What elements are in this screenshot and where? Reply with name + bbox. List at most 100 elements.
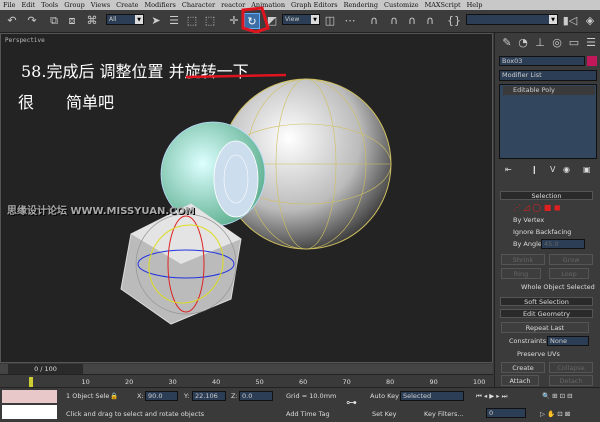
preserve-uvs-checkbox[interactable]: Preserve UVs <box>517 350 560 358</box>
perspective-viewport[interactable]: Perspective 58.完成后 调整位置 并旋转一下 很 简单吧 思缘设计… <box>0 33 493 363</box>
edit-geometry-title: Edit Geometry <box>522 310 571 318</box>
x-label: X: <box>137 392 144 400</box>
motion-tab-icon[interactable]: ◎ <box>549 35 565 51</box>
z-coordinate-field[interactable]: 0.0 <box>239 391 273 401</box>
menu-maxscript[interactable]: MAXScript <box>425 1 461 9</box>
bind-space-warp-icon[interactable]: ⌘ <box>84 13 100 29</box>
menu-group[interactable]: Group <box>64 1 85 9</box>
undo-icon[interactable]: ↶ <box>4 13 20 29</box>
y-coordinate-field[interactable]: 22.106 <box>192 391 226 401</box>
mirror-icon[interactable]: ▮◁ <box>562 13 578 29</box>
time-slider[interactable]: 0 / 100 <box>0 364 493 374</box>
menu-character[interactable]: Character <box>182 1 215 9</box>
menu-file[interactable]: File <box>3 1 16 9</box>
make-unique-icon[interactable]: V <box>550 165 555 174</box>
menu-views[interactable]: Views <box>91 1 110 9</box>
menu-modifiers[interactable]: Modifiers <box>144 1 175 9</box>
window-crossing-icon[interactable]: ⬚ <box>202 13 218 29</box>
set-key-button[interactable]: Set Key <box>372 409 397 419</box>
viewport-navigation-icons-2[interactable]: ▷ ✋ ⊡ ⊠ <box>540 409 570 419</box>
repeat-last-button[interactable]: Repeat Last <box>501 322 589 333</box>
menu-rendering[interactable]: Rendering <box>344 1 378 9</box>
by-angle-checkbox[interactable]: By Angle: <box>513 240 544 248</box>
stack-item-editable-poly[interactable]: Editable Poly <box>503 86 595 95</box>
menu-bar: File Edit Tools Group Views Create Modifiers Ch… <box>0 0 600 10</box>
chevron-down-icon: ▼ <box>135 15 143 24</box>
timeline-tick-label: 70 <box>342 378 351 386</box>
menu-create[interactable]: Create <box>116 1 138 9</box>
loop-button[interactable]: Loop <box>549 268 589 279</box>
x-coordinate-field[interactable]: 90.0 <box>145 391 178 401</box>
edit-named-selection-icon[interactable]: {} <box>446 13 462 29</box>
maxscript-listener-pink[interactable] <box>2 390 57 403</box>
menu-help[interactable]: Help <box>467 1 483 9</box>
named-selection-dropdown[interactable]: ▼ <box>466 14 558 25</box>
collapse-button[interactable]: Collapse <box>549 362 593 373</box>
snap-3d-icon[interactable]: ∩ <box>366 13 382 29</box>
playback-controls[interactable]: ⏮ ◂ ▶ ▸ ⏭ <box>476 391 508 401</box>
current-frame-marker[interactable] <box>29 377 33 387</box>
attach-button[interactable]: Attach <box>501 375 539 386</box>
redo-icon[interactable]: ↷ <box>24 13 40 29</box>
utilities-tab-icon[interactable]: ☰ <box>583 35 599 51</box>
percent-snap-icon[interactable]: ∩ <box>404 13 420 29</box>
object-name-field[interactable]: Box03 <box>499 56 585 66</box>
show-end-result-icon[interactable]: ❙ <box>531 165 538 174</box>
auto-key-button[interactable]: Auto Key <box>370 391 399 401</box>
key-filters-button[interactable]: Key Filters... <box>424 409 464 419</box>
ignore-backfacing-checkbox[interactable]: Ignore Backfacing <box>513 228 571 236</box>
configure-sets-icon[interactable]: ▣ <box>583 165 591 174</box>
manipulate-icon[interactable]: ⋯ <box>342 13 358 29</box>
maxscript-listener-white[interactable] <box>2 405 57 419</box>
object-color-swatch[interactable] <box>587 56 597 66</box>
current-frame-field[interactable]: 0 <box>486 408 526 418</box>
angle-snap-icon[interactable]: ∩ <box>386 13 402 29</box>
detach-button[interactable]: Detach <box>549 375 593 386</box>
pivot-center-icon[interactable]: ◫ <box>322 13 338 29</box>
selection-filter-dropdown[interactable]: All ▼ <box>106 14 144 25</box>
viewport-navigation-icons[interactable]: 🔍 ⊞ ⊡ ⊟ <box>542 391 573 401</box>
align-icon[interactable]: ◈ <box>582 13 598 29</box>
watermark: 思缘设计论坛 WWW.MISSYUAN.COM <box>7 206 195 217</box>
pin-stack-icon[interactable]: ⇤ <box>505 165 512 174</box>
soft-selection-rollout[interactable]: Soft Selection <box>500 297 593 306</box>
select-object-icon[interactable]: ➤ <box>148 13 164 29</box>
spinner-snap-icon[interactable]: ∩ <box>422 13 438 29</box>
lock-selection-icon[interactable]: 🔒 <box>110 391 118 401</box>
time-slider-thumb[interactable]: 0 / 100 <box>8 364 83 374</box>
shrink-button[interactable]: Shrink <box>501 254 545 265</box>
menu-graph-editors[interactable]: Graph Editors <box>291 1 338 9</box>
timeline-tick-label: 40 <box>212 378 221 386</box>
grid-size: Grid = 10.0mm <box>286 392 337 400</box>
create-button[interactable]: Create <box>501 362 545 373</box>
menu-tools[interactable]: Tools <box>41 1 58 9</box>
track-bar[interactable]: 10 20 30 40 50 60 70 80 90 100 <box>0 374 493 387</box>
grow-button[interactable]: Grow <box>549 254 593 265</box>
hierarchy-tab-icon[interactable]: ⊥ <box>532 35 548 51</box>
by-vertex-checkbox[interactable]: By Vertex <box>513 216 544 224</box>
menu-customize[interactable]: Customize <box>384 1 419 9</box>
add-time-tag[interactable]: Add Time Tag <box>286 409 330 419</box>
command-panel: ✎ ◔ ⊥ ◎ ▭ ☰ Box03 Modifier List Editable… <box>494 33 600 400</box>
select-by-name-icon[interactable]: ☰ <box>166 13 182 29</box>
remove-modifier-icon[interactable]: ◉ <box>563 165 570 174</box>
modifier-list-label: Modifier List <box>502 71 542 79</box>
modify-tab-icon[interactable]: ◔ <box>515 35 531 51</box>
selection-rollout-header[interactable]: Selection <box>500 191 593 200</box>
key-mode-dropdown[interactable]: Selected <box>400 391 464 401</box>
subobject-level-icons[interactable]: ⋰ ◿ ◯ ■ ◼ <box>513 203 560 212</box>
display-tab-icon[interactable]: ▭ <box>566 35 582 51</box>
timeline-tick-label: 80 <box>386 378 395 386</box>
modifier-list-dropdown[interactable]: Modifier List <box>499 70 597 81</box>
ring-button[interactable]: Ring <box>501 268 541 279</box>
key-icon[interactable]: ⊶ <box>346 397 357 408</box>
create-tab-icon[interactable]: ✎ <box>499 35 515 51</box>
select-link-icon[interactable]: ⧉ <box>46 13 62 29</box>
rectangular-selection-icon[interactable]: ⬚ <box>184 13 200 29</box>
angle-field[interactable]: 45.0 <box>541 239 585 249</box>
menu-edit[interactable]: Edit <box>22 1 36 9</box>
constraints-dropdown[interactable]: None <box>547 336 589 346</box>
edit-geometry-rollout[interactable]: Edit Geometry <box>500 309 593 318</box>
prompt-line: Click and drag to select and rotate obje… <box>66 410 205 418</box>
unlink-icon[interactable]: ⧈ <box>64 13 80 29</box>
